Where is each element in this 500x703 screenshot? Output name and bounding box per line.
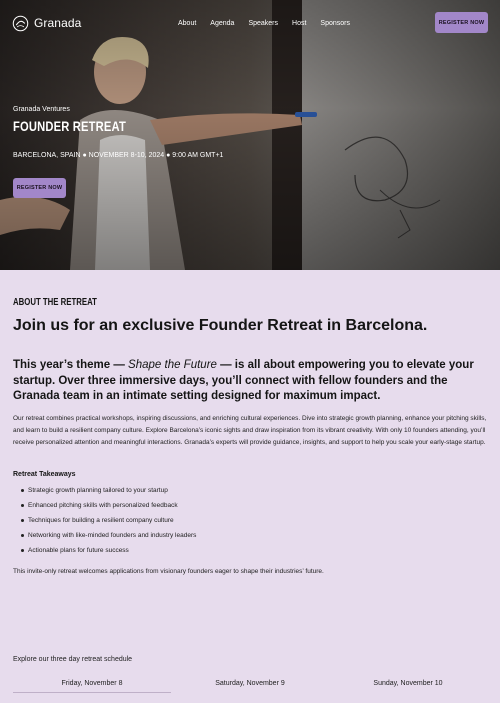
hero-title: FOUNDER RETREAT: [13, 118, 126, 134]
granada-logo-icon: [12, 15, 29, 31]
theme-text-start: This year’s theme —: [13, 359, 129, 371]
tab-day-saturday[interactable]: Saturday, November 9: [171, 680, 329, 693]
about-headline: Join us for an exclusive Founder Retreat…: [13, 317, 428, 334]
nav-link-host[interactable]: Host: [292, 20, 306, 27]
closing-text: This invite-only retreat welcomes applic…: [13, 568, 324, 575]
list-item: Enhanced pitching skills with personaliz…: [21, 502, 196, 517]
hero-register-button[interactable]: REGISTER NOW: [13, 178, 66, 198]
takeaways-heading: Retreat Takeaways: [13, 471, 76, 478]
nav-register-button[interactable]: REGISTER NOW: [435, 12, 488, 33]
schedule-intro: Explore our three day retreat schedule: [13, 656, 133, 663]
nav-link-agenda[interactable]: Agenda: [210, 20, 234, 27]
schedule-content-preview: [13, 698, 487, 703]
hero-event-details: BARCELONA, SPAIN ● NOVEMBER 8-10, 2024 ●…: [13, 152, 224, 159]
nav-links: About Agenda Speakers Host Sponsors: [178, 20, 364, 27]
list-item: Actionable plans for future success: [21, 547, 196, 562]
nav-link-speakers[interactable]: Speakers: [248, 20, 278, 27]
schedule-day-tabs: Friday, November 8 Saturday, November 9 …: [13, 680, 487, 693]
hero-section: Granada About Agenda Speakers Host Spons…: [0, 0, 500, 270]
tab-day-sunday[interactable]: Sunday, November 10: [329, 680, 487, 693]
about-section-label: ABOUT THE RETREAT: [13, 297, 97, 308]
list-item: Techniques for building a resilient comp…: [21, 517, 196, 532]
brand-name: Granada: [34, 16, 82, 30]
list-item: Strategic growth planning tailored to yo…: [21, 487, 196, 502]
theme-emphasis: Shape the Future: [128, 359, 217, 371]
takeaways-list: Strategic growth planning tailored to yo…: [21, 487, 196, 562]
about-body: Our retreat combines practical workshops…: [13, 415, 487, 446]
top-nav: Granada About Agenda Speakers Host Spons…: [12, 12, 488, 34]
hero-eyebrow: Granada Ventures: [13, 106, 70, 113]
brand-logo[interactable]: Granada: [12, 15, 81, 32]
list-item: Networking with like-minded founders and…: [21, 532, 196, 547]
nav-link-about[interactable]: About: [178, 20, 196, 27]
nav-link-sponsors[interactable]: Sponsors: [320, 20, 350, 27]
tab-day-friday[interactable]: Friday, November 8: [13, 680, 171, 693]
theme-statement: This year’s theme — Shape the Future — i…: [13, 358, 489, 405]
hero-overlay: [0, 0, 500, 270]
